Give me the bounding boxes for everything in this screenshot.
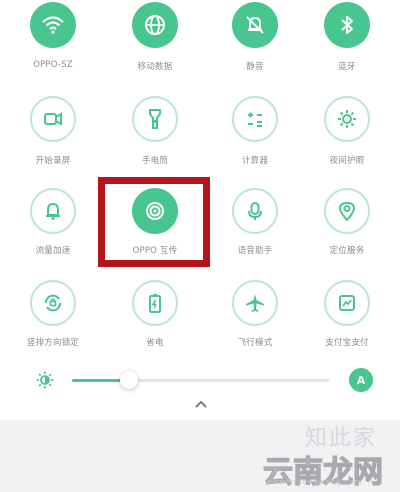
globe-icon	[132, 2, 178, 48]
bell-off-icon	[232, 2, 278, 48]
tile-label: 流量加速	[35, 246, 71, 256]
tile-label: 竖排方向锁定	[26, 338, 80, 348]
location-icon	[324, 188, 370, 234]
tile-label: OPPO-SZ	[33, 60, 73, 70]
payment-icon	[324, 280, 370, 326]
tile-label: 静音	[246, 62, 264, 72]
microphone-icon	[232, 188, 278, 234]
battery-icon	[132, 280, 178, 326]
tile-label: 开始录屏	[35, 156, 71, 166]
rotation-lock-icon	[30, 280, 76, 326]
wifi-icon	[30, 2, 76, 48]
bluetooth-icon	[324, 2, 370, 48]
tile-label: 移动数据	[137, 62, 173, 72]
watermark-sub: www.ynlongwang.com	[266, 478, 363, 486]
tile-label: 飞行模式	[237, 338, 273, 348]
gear-icon	[324, 96, 370, 142]
video-icon	[30, 96, 76, 142]
tile-label: 夜间护眼	[329, 156, 365, 166]
tile-label: 语音助手	[237, 246, 273, 256]
tile-label: 计算器	[241, 156, 269, 166]
calculator-icon	[232, 96, 278, 142]
tile-label: 定位服务	[329, 246, 365, 256]
quick-settings-panel: OPPO-SZ 移动数据 静音 蓝牙 开始录屏 手电筒 计算器 夜间护眼 流量加…	[0, 0, 400, 492]
airplane-icon	[232, 280, 278, 326]
auto-brightness-button[interactable]: A	[349, 368, 373, 392]
brightness-icon	[36, 371, 54, 389]
brightness-row: A	[0, 365, 400, 395]
bell-icon	[30, 188, 76, 234]
brightness-slider-thumb[interactable]	[119, 371, 138, 389]
tile-label: 支付宝支付	[325, 338, 369, 348]
tile-label: 蓝牙	[338, 62, 356, 72]
chevron-up-icon[interactable]	[192, 396, 210, 410]
tile-label: 省电	[146, 338, 164, 348]
tile-label: 手电筒	[141, 156, 169, 166]
highlight-box	[98, 177, 210, 267]
flashlight-icon	[132, 96, 178, 142]
